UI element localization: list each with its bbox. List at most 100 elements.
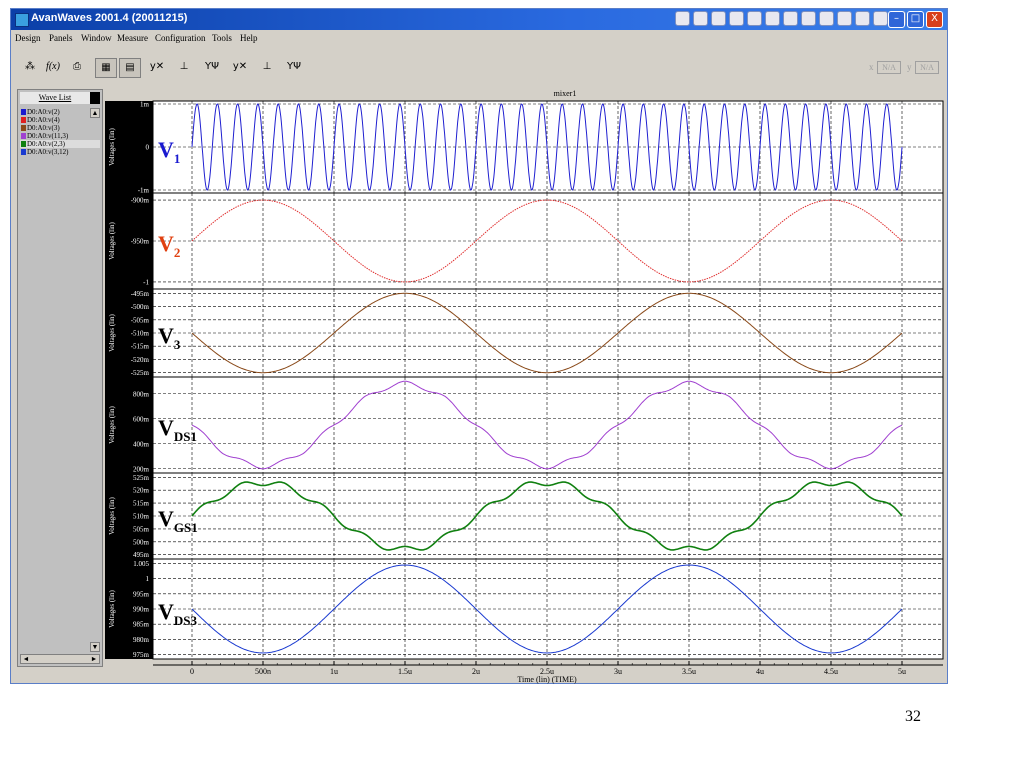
menu-bar: Design Panels Window Measure Configurati… [11, 31, 947, 45]
y-tick-label: 600m [133, 415, 150, 423]
y-tick-label: 995m [133, 590, 150, 598]
menu-panels[interactable]: Panels [49, 33, 73, 43]
x-tick-label: 1.5u [398, 667, 412, 676]
scroll-down-icon[interactable]: ▼ [90, 642, 100, 652]
menu-design[interactable]: Design [15, 33, 41, 43]
wave-color-swatch [21, 125, 26, 131]
check-icon[interactable] [819, 11, 834, 26]
magnifier-icon[interactable] [855, 11, 870, 26]
menu-configuration[interactable]: Configuration [155, 33, 206, 43]
x-tick-label: 0 [190, 667, 194, 676]
y-axis-label: Voltages (lin) [108, 405, 116, 443]
wave-color-swatch [21, 149, 26, 155]
scroll-left-icon[interactable]: ◄ [21, 655, 31, 663]
function-icon[interactable]: f(x) [42, 58, 64, 78]
y-axis-label: Voltages (lin) [108, 127, 116, 165]
horizontal-scrollbar[interactable]: ◄ ► [20, 654, 100, 664]
menu-help[interactable]: Help [240, 33, 258, 43]
y-measure-icon[interactable]: YΨ [201, 58, 223, 78]
y-tick-label: 500m [133, 538, 150, 546]
y-tick-label: 0 [146, 144, 150, 152]
close-button[interactable]: X [926, 11, 943, 28]
x-tick-label: 5u [898, 667, 906, 676]
panel-v2: Voltages (lin)-900m-950m-1V2 [105, 192, 944, 290]
y-tick-label: 980m [133, 636, 150, 644]
y-probe-icon[interactable]: YΨ [283, 58, 305, 78]
y-tick-label: 515m [133, 500, 150, 508]
wave-list-item[interactable]: D0:A0:v(11,3) [20, 132, 100, 140]
y-coord-field: N/A [915, 61, 939, 74]
series-label-subscript: 2 [174, 245, 181, 260]
wave-list-title[interactable]: Wave List [20, 92, 90, 104]
y-axis-label: Voltages (lin) [108, 496, 116, 534]
y-tick-label: 1m [140, 101, 150, 109]
system-tray [675, 11, 906, 28]
panel-settings-icon[interactable]: ▤ [119, 58, 141, 78]
printer-icon[interactable]: ⎙ [66, 58, 88, 78]
y-tick-label: -505m [131, 316, 150, 324]
paint-icon[interactable] [711, 11, 726, 26]
minimize-button[interactable]: – [888, 11, 905, 28]
shield-icon[interactable] [747, 11, 762, 26]
wave-list-item-label: D0:A0:v(2) [27, 108, 60, 116]
y-tick-label: -495m [131, 290, 150, 298]
y-tick-label: 495m [133, 551, 150, 559]
toolbar: ⁂ f(x) ⎙ ▦ ▤ y✕ ⊥ YΨ y✕ ⊥ YΨ x N/A y N/A [11, 53, 947, 83]
y-tick-label: -520m [131, 356, 150, 364]
wave-list-header: Wave List [20, 92, 100, 104]
y-cross-icon[interactable]: y✕ [229, 58, 251, 78]
note-icon[interactable] [765, 11, 780, 26]
wave-list-item[interactable]: D0:A0:v(3,12) [20, 148, 100, 156]
menu-tools[interactable]: Tools [212, 33, 232, 43]
wave-list-item[interactable]: D0:A0:v(4) [20, 116, 100, 124]
scroll-up-icon[interactable]: ▲ [90, 108, 100, 118]
x-tick-label: 3.5u [682, 667, 696, 676]
panel-icon[interactable]: ▦ [95, 58, 117, 78]
y-zoom-icon[interactable]: y✕ [146, 58, 168, 78]
person-icon[interactable] [837, 11, 852, 26]
wave-list-item-label: D0:A0:v(4) [27, 116, 60, 124]
x-tick-label: 4u [756, 667, 764, 676]
refresh-icon[interactable] [693, 11, 708, 26]
palette-icon[interactable] [873, 11, 888, 26]
y-axis-label: Voltages (lin) [108, 221, 116, 259]
menu-measure[interactable]: Measure [117, 33, 148, 43]
series-label-subscript: DS1 [174, 429, 197, 444]
wave-list-item-label: D0:A0:v(11,3) [27, 132, 69, 140]
search-icon[interactable] [801, 11, 816, 26]
y-tick-label: 985m [133, 621, 150, 629]
y-tick-label: 1 [146, 575, 150, 583]
scroll-right-icon[interactable]: ► [89, 655, 99, 663]
tools-icon[interactable] [729, 11, 744, 26]
wave-list-item[interactable]: D0:A0:v(2,3) [20, 140, 100, 148]
app-icon [15, 13, 29, 27]
maximize-button[interactable]: □ [907, 11, 924, 28]
wave-color-swatch [21, 109, 26, 115]
plot-background [152, 376, 944, 474]
wave-list-item[interactable]: D0:A0:v(3) [20, 124, 100, 132]
y-tick-label: 510m [133, 513, 150, 521]
y-tick-label: -900m [131, 197, 150, 205]
x-coord-label: x [869, 62, 874, 72]
menu-window[interactable]: Window [81, 33, 112, 43]
hierarchy-icon[interactable]: ⁂ [19, 58, 41, 78]
series-label-subscript: 1 [174, 151, 181, 166]
chart-icon[interactable] [783, 11, 798, 26]
title-bar[interactable]: AvanWaves 2001.4 (20011215) – □ X [11, 9, 947, 30]
y-tick-label: -510m [131, 330, 150, 338]
panel-v3: Voltages (lin) -495m -500m -505m -510m -515m -… [105, 288, 944, 378]
globe-icon[interactable] [675, 11, 690, 26]
wave-list-item[interactable]: D0:A0:v(2) [20, 108, 100, 116]
panel-vds3: Voltages (lin) 1.005 1 995m 990m 985m 980m 975m… [105, 558, 944, 660]
y-tick-label: -515m [131, 343, 150, 351]
x-measure-icon[interactable]: ⊥ [256, 58, 278, 78]
x-zoom-icon[interactable]: ⊥ [173, 58, 195, 78]
x-tick-label: 3u [614, 667, 622, 676]
waveform-plots[interactable]: mixer1Voltages (lin)1m0-1mV1Voltages (li… [105, 89, 949, 685]
wave-list-item-label: D0:A0:v(2,3) [27, 140, 65, 148]
y-tick-label: 505m [133, 525, 150, 533]
y-tick-label: 200m [133, 465, 150, 473]
y-tick-label: -525m [131, 369, 150, 377]
x-coord-field: N/A [877, 61, 901, 74]
wave-list: D0:A0:v(2) D0:A0:v(4) D0:A0:v(3) D0:A0:v(11… [20, 108, 100, 156]
